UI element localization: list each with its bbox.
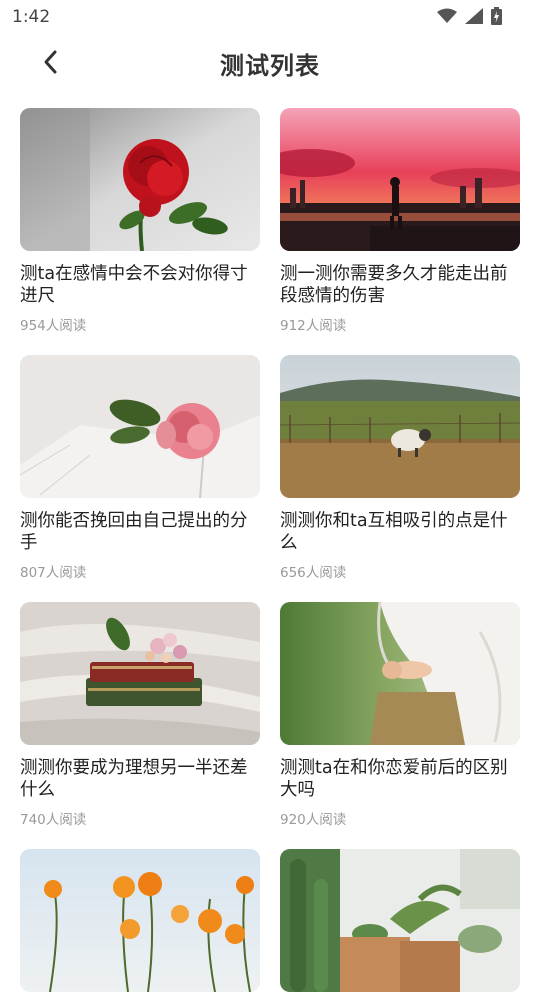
read-count: 954人阅读	[20, 318, 87, 334]
card-image-woman-white-shirt	[280, 602, 520, 745]
test-card[interactable]: 测测你和ta互相吸引的点是什么 656人阅读	[280, 355, 520, 581]
status-time: 1:42	[12, 7, 51, 27]
read-count: 807人阅读	[20, 565, 87, 581]
battery-icon	[491, 7, 502, 25]
card-title: 测ta在感情中会不会对你得寸进尺	[20, 264, 248, 306]
status-bar: 1:42	[0, 0, 540, 34]
read-count: 912人阅读	[280, 318, 347, 334]
test-card[interactable]	[280, 849, 520, 1004]
test-card[interactable]: 测测你要成为理想另一半还差什么 740人阅读	[20, 602, 260, 828]
card-image-orange-flowers	[20, 849, 260, 992]
card-title: 测测你和ta互相吸引的点是什么	[280, 511, 508, 553]
card-title: 测你能否挽回由自己提出的分手	[20, 511, 248, 553]
page-title: 测试列表	[220, 52, 320, 80]
card-title: 测一测你需要多久才能走出前段感情的伤害	[280, 264, 508, 306]
read-count: 740人阅读	[20, 812, 87, 828]
card-image-sheep-field	[280, 355, 520, 498]
signal-icon	[465, 8, 483, 24]
card-image-cactus-plants	[280, 849, 520, 992]
test-card[interactable]: 测一测你需要多久才能走出前段感情的伤害 912人阅读	[280, 108, 520, 334]
read-count: 656人阅读	[280, 565, 347, 581]
card-image-rose-on-book	[20, 355, 260, 498]
card-title: 测测ta在和你恋爱前后的区别大吗	[280, 758, 508, 800]
test-card[interactable]: 测测ta在和你恋爱前后的区别大吗 920人阅读	[280, 602, 520, 828]
card-image-sunset-pier	[280, 108, 520, 251]
card-image-red-rose	[20, 108, 260, 251]
card-image-books-flowers	[20, 602, 260, 745]
header: 测试列表	[0, 34, 540, 90]
test-card[interactable]: 测你能否挽回由自己提出的分手 807人阅读	[20, 355, 260, 581]
status-icons	[437, 7, 502, 25]
wifi-icon	[437, 8, 457, 23]
card-title: 测测你要成为理想另一半还差什么	[20, 758, 248, 800]
test-card[interactable]: 测ta在感情中会不会对你得寸进尺 954人阅读	[20, 108, 260, 334]
read-count: 920人阅读	[280, 812, 347, 828]
test-card[interactable]	[20, 849, 260, 1004]
